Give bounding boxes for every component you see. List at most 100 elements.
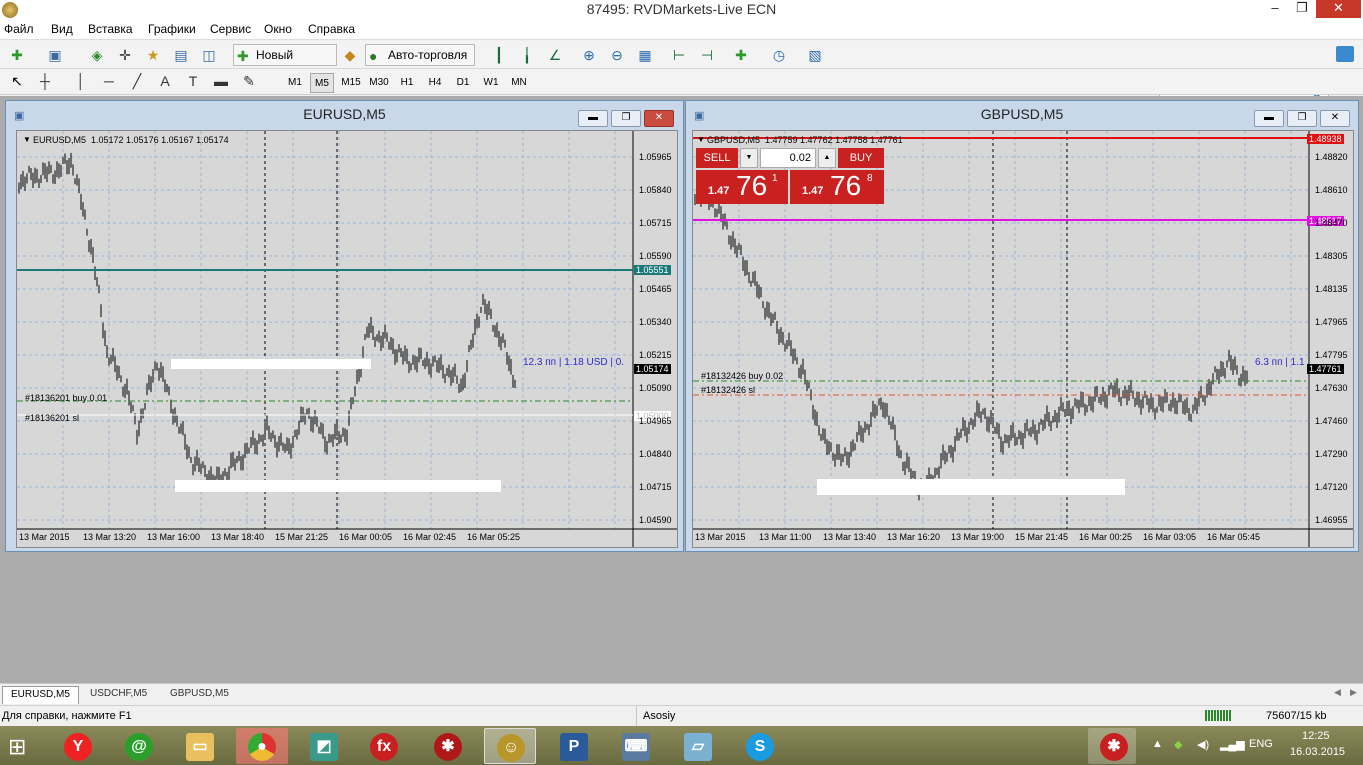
chart-window-eurusd[interactable]: EURUSD,M5 ▣ ▬ ❐ ✕ ▼ EURUSD,M5 1.05172 1.… (5, 100, 684, 552)
chart-minimize-button[interactable]: ▬ (1254, 110, 1284, 127)
mail-icon: @ (125, 733, 153, 761)
shapes-icon[interactable]: ✎ (240, 72, 258, 90)
profit-label: 6.3 пп | 1.1 (1255, 357, 1305, 368)
taskbar-app-green[interactable]: ◩ (298, 728, 350, 764)
tray-network-icon[interactable]: ▂▄▆ (1220, 738, 1245, 751)
new-order-button[interactable]: ✚ Новый Ордер (233, 44, 337, 82)
horizontal-line-icon[interactable]: ─ (100, 72, 118, 90)
sell-price-box[interactable]: 1.47 76 1 (696, 170, 788, 204)
tab-scroll-left-icon[interactable]: ◀ (1334, 687, 1341, 698)
price-tick-label: 1.47120 (1315, 482, 1348, 492)
terminal-icon[interactable]: ▤ (172, 46, 190, 64)
chart-minimize-button[interactable]: ▬ (578, 110, 608, 127)
templates-icon[interactable]: ▧ (806, 46, 824, 64)
taskbar-tray-app[interactable]: ✱ (1088, 728, 1136, 764)
menu-file[interactable]: Файл (4, 22, 34, 36)
profiles-icon[interactable]: ▣ (46, 46, 64, 64)
tab-eurusd[interactable]: EURUSD,M5 (2, 686, 79, 704)
cursor-icon[interactable]: ↖ (8, 72, 26, 90)
auto-trading-button[interactable]: ● Авто-торговля (365, 44, 475, 66)
market-watch-icon[interactable]: ◈ (88, 46, 106, 64)
buy-button[interactable]: BUY (838, 148, 884, 168)
tab-scroll-right-icon[interactable]: ▶ (1350, 687, 1357, 698)
tray-volume-icon[interactable]: ◀) (1197, 738, 1209, 751)
tray-language[interactable]: ENG (1249, 738, 1273, 750)
taskbar-yandex[interactable]: Y (52, 728, 104, 764)
lot-increase-button[interactable]: ▲ (818, 148, 836, 168)
chart-close-button[interactable]: ✕ (1320, 110, 1350, 127)
timeframe-d1[interactable]: D1 (451, 73, 475, 93)
autoscroll-icon[interactable]: ⊣ (698, 46, 716, 64)
lot-decrease-button[interactable]: ▼ (740, 148, 758, 168)
timeframe-w1[interactable]: W1 (479, 73, 503, 93)
zoom-out-icon[interactable]: ⊖ (608, 46, 626, 64)
timeframe-mn[interactable]: MN (507, 73, 531, 93)
taskbar-keyboard[interactable]: ⌨ (610, 728, 662, 764)
chart-plot[interactable]: ▼ EURUSD,M5 1.05172 1.05176 1.05167 1.05… (16, 130, 678, 548)
vertical-line-icon[interactable]: │ (72, 72, 90, 90)
timeframe-m1[interactable]: M1 (283, 73, 307, 93)
chart-restore-button[interactable]: ❐ (611, 110, 641, 127)
sell-button[interactable]: SELL (696, 148, 738, 168)
arrows-icon[interactable]: ▬ (212, 72, 230, 90)
buy-price-box[interactable]: 1.47 76 8 (790, 170, 884, 204)
windows-start-icon[interactable]: ⊞ (8, 734, 26, 760)
candlestick-icon[interactable]: ╽ (518, 46, 536, 64)
menu-tools[interactable]: Сервис (210, 22, 251, 36)
chart-close-button[interactable]: ✕ (644, 110, 674, 127)
menu-window[interactable]: Окно (264, 22, 292, 36)
minimize-button[interactable]: – (1262, 0, 1288, 18)
tile-windows-icon[interactable]: ▦ (636, 46, 654, 64)
taskbar-p-app[interactable]: P (548, 728, 600, 764)
indicators-icon[interactable]: ✚ (732, 46, 750, 64)
price-tick-label: 1.05840 (639, 185, 672, 195)
text-label-icon[interactable]: T (184, 72, 202, 90)
taskbar-notes[interactable]: ▱ (672, 728, 724, 764)
chart-restore-button[interactable]: ❐ (1287, 110, 1317, 127)
periods-icon[interactable]: ◷ (770, 46, 788, 64)
data-window-icon[interactable]: ✛ (116, 46, 134, 64)
menu-insert[interactable]: Вставка (88, 22, 133, 36)
taskbar-explorer[interactable]: ▭ (174, 728, 226, 764)
timeframe-h1[interactable]: H1 (395, 73, 419, 93)
tab-gbpusd[interactable]: GBPUSD,M5 (162, 686, 237, 704)
taskbar-app-red[interactable]: ✱ (422, 728, 474, 764)
timeframe-m5[interactable]: M5 (310, 73, 334, 93)
collapse-arrow-icon[interactable]: ▼ (697, 135, 705, 144)
trendline-icon[interactable]: ╱ (128, 72, 146, 90)
menu-view[interactable]: Вид (51, 22, 73, 36)
maximize-button[interactable]: ❐ (1289, 0, 1315, 18)
text-icon[interactable]: A (156, 72, 174, 90)
menu-help[interactable]: Справка (308, 22, 355, 36)
tray-shield-icon[interactable]: ◆ (1174, 738, 1182, 751)
taskbar-metatrader[interactable]: ☺ (484, 728, 536, 764)
chart-shift-icon[interactable]: ⊢ (670, 46, 688, 64)
tester-icon[interactable]: ◫ (200, 46, 218, 64)
chart-plot[interactable]: ▼ GBPUSD,M5 1.47759 1.47762 1.47758 1.47… (692, 130, 1354, 548)
taskbar-mail[interactable]: @ (113, 728, 165, 764)
new-chart-icon[interactable]: ✚ (8, 46, 26, 64)
crosshair-icon[interactable]: ┼ (36, 72, 54, 90)
tab-usdchf[interactable]: USDCHF,M5 (82, 686, 155, 704)
tray-time[interactable]: 12:25 (1302, 730, 1330, 742)
taskbar-chrome[interactable]: ● (236, 728, 288, 764)
tray-date[interactable]: 16.03.2015 (1290, 746, 1345, 758)
tray-expand-icon[interactable]: ▲ (1152, 738, 1163, 750)
bar-chart-icon[interactable]: ┃ (490, 46, 508, 64)
lot-size-input[interactable]: 0.02 (760, 148, 816, 168)
taskbar-fx[interactable]: fx (358, 728, 410, 764)
community-icon[interactable] (1336, 46, 1354, 62)
collapse-arrow-icon[interactable]: ▼ (23, 135, 31, 144)
timeframe-m15[interactable]: M15 (339, 73, 363, 93)
white-zone-rect (175, 480, 501, 492)
navigator-icon[interactable]: ★ (144, 46, 162, 64)
close-button[interactable]: ✕ (1316, 0, 1361, 18)
chart-window-gbpusd[interactable]: GBPUSD,M5 ▣ ▬ ❐ ✕ ▼ GBPUSD,M5 1.47759 1.… (685, 100, 1359, 552)
menu-charts[interactable]: Графики (148, 22, 196, 36)
taskbar-skype[interactable]: S (734, 728, 786, 764)
timeframe-m30[interactable]: M30 (367, 73, 391, 93)
timeframe-h4[interactable]: H4 (423, 73, 447, 93)
line-chart-icon[interactable]: ∠ (546, 46, 564, 64)
meta-editor-icon[interactable]: ◆ (341, 46, 359, 64)
zoom-in-icon[interactable]: ⊕ (580, 46, 598, 64)
